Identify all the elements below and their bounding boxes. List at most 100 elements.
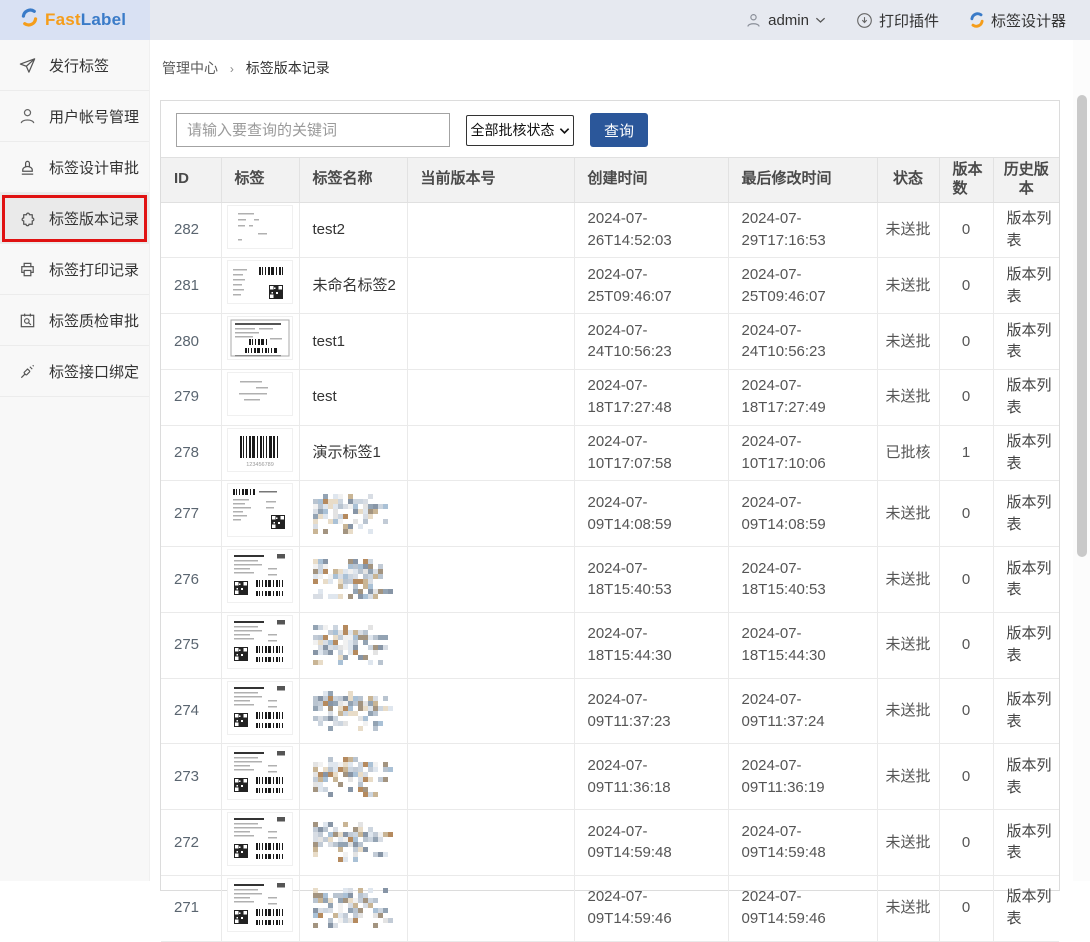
cell-current-version [407, 481, 574, 547]
col-version-count: 版本数 [939, 158, 993, 203]
history-link[interactable]: 版本列表 [1007, 210, 1052, 249]
puzzle-icon [17, 208, 37, 228]
table-row: 278 123456789 演示标签1 2024-07-10T17:07:58 … [161, 425, 1059, 481]
cell-version-count: 0 [939, 314, 993, 370]
calendar-check-icon [17, 310, 37, 330]
cell-created: 2024-07-24T10:56:23 [574, 314, 728, 370]
cell-current-version [407, 547, 574, 613]
history-link[interactable]: 版本列表 [1007, 494, 1052, 533]
cell-version-count: 0 [939, 481, 993, 547]
history-link[interactable]: 版本列表 [1007, 625, 1052, 664]
table-row: 272 2024-07-09T14:59:48 2024-07-09T14:59… [161, 810, 1059, 876]
sidebar-item-selected[interactable]: 标签版本记录 [0, 193, 149, 244]
label-thumbnail [228, 682, 292, 734]
censored-label-name [313, 822, 401, 862]
sidebar-item-link[interactable]: 发行标签 [0, 40, 149, 91]
col-history: 历史版本 [993, 158, 1059, 203]
label-thumbnail [228, 317, 292, 359]
table-header-row: ID 标签 标签名称 当前版本号 创建时间 最后修改时间 状态 版本数 历史版本 [161, 158, 1059, 203]
sidebar-item-link[interactable]: 用户帐号管理 [0, 91, 149, 142]
table-row: 273 2024-07-09T11:36:18 2024-07-09T11:36… [161, 744, 1059, 810]
table-row: 281 未命名标签2 2024-07-25T09:46:07 2024-07-2… [161, 258, 1059, 314]
content-panel: 全部批核状态 查询 ID 标签 标签名称 当前版本号 创建时间 [160, 100, 1060, 891]
cell-status: 未送批 [877, 481, 939, 547]
cell-status: 未送批 [877, 612, 939, 678]
history-link[interactable]: 版本列表 [1007, 433, 1052, 472]
cell-label-name: 演示标签1 [299, 425, 407, 481]
cell-version-count: 0 [939, 547, 993, 613]
brand-name: FastLabel [45, 10, 126, 30]
history-link[interactable]: 版本列表 [1007, 377, 1052, 416]
cell-id: 272 [161, 810, 221, 876]
cell-created: 2024-07-25T09:46:07 [574, 258, 728, 314]
cell-current-version [407, 612, 574, 678]
user-name: admin [768, 12, 809, 29]
censored-label-name [313, 888, 401, 928]
label-designer-button[interactable]: 标签设计器 [969, 10, 1066, 31]
cell-created: 2024-07-09T11:37:23 [574, 678, 728, 744]
cell-status: 未送批 [877, 810, 939, 876]
history-link[interactable]: 版本列表 [1007, 823, 1052, 862]
cell-current-version [407, 425, 574, 481]
history-link[interactable]: 版本列表 [1007, 266, 1052, 305]
history-link[interactable]: 版本列表 [1007, 560, 1052, 599]
cell-status: 未送批 [877, 202, 939, 258]
query-button[interactable]: 查询 [590, 113, 648, 147]
censored-label-name [313, 691, 401, 731]
cell-id: 273 [161, 744, 221, 810]
cell-label-name [299, 810, 407, 876]
cell-created: 2024-07-18T15:44:30 [574, 612, 728, 678]
censored-label-name [313, 494, 401, 534]
cell-current-version [407, 202, 574, 258]
label-thumbnail [228, 484, 292, 536]
topbar-actions: admin 打印插件 标签设计器 [745, 10, 1090, 31]
table-row: 274 2024-07-09T11:37:23 2024-07-09T11:37… [161, 678, 1059, 744]
main-content: 管理中心 › 标签版本记录 全部批核状态 查询 ID 标签 [150, 40, 1090, 881]
cell-version-count: 0 [939, 810, 993, 876]
table-row: 279 test 2024-07-18T17:27:48 2024-07-18T… [161, 369, 1059, 425]
cell-version-count: 0 [939, 875, 993, 941]
table-row: 271 2024-07-09T14:59:46 2024-07-09T14:59… [161, 875, 1059, 941]
scrollbar-track[interactable] [1073, 40, 1090, 881]
top-bar: FastLabel admin 打印插件 标签设计器 [0, 0, 1090, 40]
col-created: 创建时间 [574, 158, 728, 203]
sidebar-item-link[interactable]: 标签设计审批 [0, 142, 149, 193]
chevron-down-icon [559, 122, 570, 138]
cell-created: 2024-07-09T14:08:59 [574, 481, 728, 547]
search-input[interactable] [176, 113, 450, 147]
col-status: 状态 [877, 158, 939, 203]
history-link[interactable]: 版本列表 [1007, 888, 1052, 927]
stamp-icon [17, 157, 37, 177]
cell-label-name [299, 547, 407, 613]
status-filter-select[interactable]: 全部批核状态 [466, 115, 574, 146]
cell-status: 已批核 [877, 425, 939, 481]
sidebar-item-link[interactable]: 标签质检审批 [0, 295, 149, 346]
cell-status: 未送批 [877, 875, 939, 941]
sidebar-item-link[interactable]: 标签接口绑定 [0, 346, 149, 397]
cell-label-name [299, 481, 407, 547]
cell-id: 282 [161, 202, 221, 258]
cell-created: 2024-07-09T14:59:48 [574, 810, 728, 876]
table-row: 277 2024-07-09T14:08:59 2024-07-09T14:08… [161, 481, 1059, 547]
chevron-down-icon [815, 16, 826, 24]
cell-label-name [299, 744, 407, 810]
print-plugin-button[interactable]: 打印插件 [856, 10, 939, 31]
cell-modified: 2024-07-09T14:59:46 [728, 875, 877, 941]
cell-version-count: 0 [939, 744, 993, 810]
user-menu[interactable]: admin [745, 12, 826, 29]
sidebar-item-link[interactable]: 标签打印记录 [0, 244, 149, 295]
breadcrumb-separator: › [230, 62, 234, 76]
cell-current-version [407, 875, 574, 941]
history-link[interactable]: 版本列表 [1007, 691, 1052, 730]
version-records-table: ID 标签 标签名称 当前版本号 创建时间 最后修改时间 状态 版本数 历史版本… [161, 157, 1059, 942]
history-link[interactable]: 版本列表 [1007, 322, 1052, 361]
cell-status: 未送批 [877, 678, 939, 744]
history-link[interactable]: 版本列表 [1007, 757, 1052, 796]
scrollbar-thumb[interactable] [1077, 95, 1087, 557]
breadcrumb-admin-center[interactable]: 管理中心 [162, 60, 218, 76]
cell-label-name: test2 [299, 202, 407, 258]
cell-version-count: 0 [939, 202, 993, 258]
cell-version-count: 1 [939, 425, 993, 481]
cell-modified: 2024-07-29T17:16:53 [728, 202, 877, 258]
table-row: 282 test2 2024-07-26T14:52:03 2024-07-29… [161, 202, 1059, 258]
